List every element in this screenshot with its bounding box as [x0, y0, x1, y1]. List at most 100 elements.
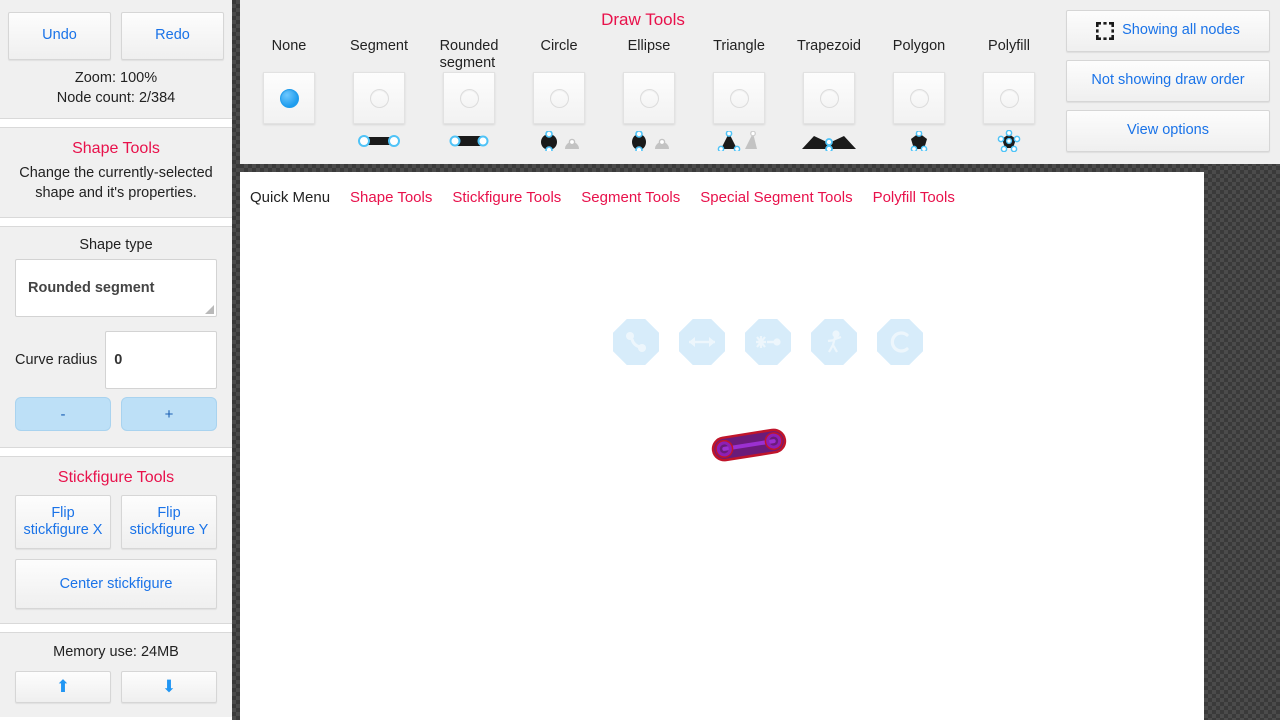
draw-tool-segment-label: Segment	[349, 38, 409, 54]
draw-tool-none[interactable]: None	[244, 38, 334, 153]
shape-tools-panel: Shape Tools Change the currently-selecte…	[0, 127, 232, 219]
draw-tool-ellipse-label: Ellipse	[627, 38, 671, 54]
draw-tool-none-radio[interactable]	[279, 88, 299, 108]
draw-tool-ellipse[interactable]: Ellipse	[604, 38, 694, 153]
quick-menu-label: Quick Menu	[250, 188, 331, 206]
arrow-up-icon: ⬆	[55, 676, 71, 696]
showing-all-nodes-label: Showing all nodes	[1122, 22, 1240, 39]
draw-tool-segment-tile[interactable]	[353, 72, 405, 124]
curve-radius-field: Curve radius 0	[15, 331, 217, 390]
flip-stickfigure-y-button[interactable]: Flip stickfigure Y	[121, 495, 217, 550]
history-button-row: Undo Redo	[8, 12, 224, 60]
node-count-status: Node count: 2/384	[56, 89, 176, 106]
center-stickfigure-button[interactable]: Center stickfigure	[15, 559, 217, 610]
redo-button[interactable]: Redo	[121, 12, 224, 60]
resize-horizontal-icon[interactable]	[679, 319, 725, 365]
memory-use-label: Memory use: 24MB	[53, 644, 179, 661]
panel-gap	[0, 624, 232, 633]
draw-tool-polyfill-label: Polyfill	[988, 38, 1030, 54]
curve-radius-decrement-button[interactable]: -	[15, 397, 111, 432]
memory-increase-button[interactable]: ⬆	[15, 670, 111, 703]
curve-radius-label: Curve radius	[15, 352, 98, 369]
quick-menu-stickfigure-tools[interactable]: Stickfigure Tools	[452, 189, 561, 206]
center-stickfigure-label: Center stickfigure	[59, 575, 173, 592]
zoom-status: Zoom: 100%	[74, 70, 158, 86]
selection-frame-icon	[1096, 22, 1115, 40]
draw-tool-polygon-radio[interactable]	[909, 88, 929, 108]
draw-tool-polyfill-radio[interactable]	[999, 88, 1019, 108]
history-panel: Undo Redo Zoom: 100% Node count: 2/384	[0, 0, 232, 120]
shape-type-select[interactable]: Rounded segment	[15, 259, 217, 318]
curve-radius-increment-button[interactable]: +	[121, 397, 217, 432]
draw-tool-circle-preview	[537, 129, 581, 153]
panel-gap	[0, 218, 232, 227]
draw-tool-circle-radio[interactable]	[549, 88, 569, 108]
draw-tool-trapezoid-label: Trapezoid	[797, 38, 861, 54]
quick-menu-polyfill-tools[interactable]: Polyfill Tools	[873, 189, 955, 206]
draw-tool-none-label: None	[271, 38, 307, 54]
draw-tool-segment-preview	[357, 129, 401, 153]
draw-tool-polygon-tile[interactable]	[893, 72, 945, 124]
quick-menu-shape-tools[interactable]: Shape Tools	[350, 189, 432, 206]
draw-tool-trapezoid-radio[interactable]	[819, 88, 839, 108]
canvas-left-divider	[232, 0, 240, 720]
minus-label: -	[60, 405, 66, 423]
draw-tool-ellipse-tile[interactable]	[623, 72, 675, 124]
draw-tool-segment[interactable]: Segment	[334, 38, 424, 153]
memory-decrease-button[interactable]: ⬇	[121, 670, 217, 703]
draw-tool-trapezoid-tile[interactable]	[803, 72, 855, 124]
drawn-shape-rounded-segment[interactable]	[708, 422, 790, 473]
draw-order-toggle-button[interactable]: Not showing draw order	[1066, 60, 1270, 102]
stickfigure-icon[interactable]	[811, 319, 857, 365]
undo-button[interactable]: Undo	[8, 12, 111, 60]
draw-tool-triangle-preview	[717, 129, 761, 153]
node-pair-icon[interactable]	[613, 319, 659, 365]
view-button-group: Showing all nodes Not showing draw order…	[1066, 10, 1270, 152]
shape-tools-description: Change the currently-selected shape and …	[19, 165, 213, 201]
draw-tool-triangle-label: Triangle	[713, 38, 765, 54]
draw-tool-triangle[interactable]: Triangle	[694, 38, 784, 153]
draw-tool-polyfill-preview	[995, 129, 1023, 153]
flip-y-label: Flip stickfigure Y	[129, 504, 209, 539]
draw-tool-ellipse-preview	[627, 129, 671, 153]
plus-label: +	[164, 405, 174, 423]
draw-tool-polygon[interactable]: Polygon	[874, 38, 964, 153]
flip-button-row: Flip stickfigure X Flip stickfigure Y	[15, 495, 217, 550]
node-connect-icon[interactable]	[745, 319, 791, 365]
quick-menu-special-segment-tools[interactable]: Special Segment Tools	[700, 189, 852, 206]
memory-panel: Memory use: 24MB ⬆ ⬇	[0, 632, 232, 717]
draw-tool-rounded-segment-label2: segment	[439, 55, 496, 71]
draw-tool-rounded-segment[interactable]: Rounded segment	[424, 38, 514, 153]
showing-all-nodes-button[interactable]: Showing all nodes	[1066, 10, 1270, 52]
flip-x-label: Flip stickfigure X	[23, 504, 103, 539]
quick-menu-bar: Quick Menu Shape Tools Stickfigure Tools…	[240, 172, 1204, 222]
flip-stickfigure-x-button[interactable]: Flip stickfigure X	[15, 495, 111, 550]
draw-tool-circle-tile[interactable]	[533, 72, 585, 124]
draw-tools-list: None Segment Rounded segment Circle Elli…	[244, 38, 1054, 153]
draw-tool-circle[interactable]: Circle	[514, 38, 604, 153]
draw-tool-polyfill-tile[interactable]	[983, 72, 1035, 124]
draw-tools-title: Draw Tools	[601, 10, 685, 29]
draw-tool-triangle-radio[interactable]	[729, 88, 749, 108]
draw-tool-rounded-segment-preview	[447, 129, 491, 153]
curve-radius-value: 0	[114, 352, 123, 369]
undo-button-label: Undo	[42, 27, 77, 44]
canvas-area[interactable]: Quick Menu Shape Tools Stickfigure Tools…	[240, 172, 1204, 720]
redo-button-label: Redo	[155, 27, 190, 44]
draw-tool-polyfill[interactable]: Polyfill	[964, 38, 1054, 153]
draw-tool-triangle-tile[interactable]	[713, 72, 765, 124]
arrow-down-icon: ⬇	[161, 676, 177, 696]
curve-radius-input[interactable]: 0	[105, 331, 217, 390]
rotate-icon[interactable]	[877, 319, 923, 365]
draw-tool-rounded-segment-radio[interactable]	[459, 88, 479, 108]
draw-tool-none-tile[interactable]	[263, 72, 315, 124]
draw-tool-trapezoid-preview	[798, 129, 860, 153]
curve-radius-stepper: - +	[15, 397, 217, 432]
view-options-button[interactable]: View options	[1066, 110, 1270, 152]
stickfigure-tools-panel: Stickfigure Tools Flip stickfigure X Fli…	[0, 456, 232, 625]
draw-tool-rounded-segment-tile[interactable]	[443, 72, 495, 124]
quick-menu-segment-tools[interactable]: Segment Tools	[581, 189, 680, 206]
draw-tool-segment-radio[interactable]	[369, 88, 389, 108]
draw-tool-trapezoid[interactable]: Trapezoid	[784, 38, 874, 153]
draw-tool-ellipse-radio[interactable]	[639, 88, 659, 108]
